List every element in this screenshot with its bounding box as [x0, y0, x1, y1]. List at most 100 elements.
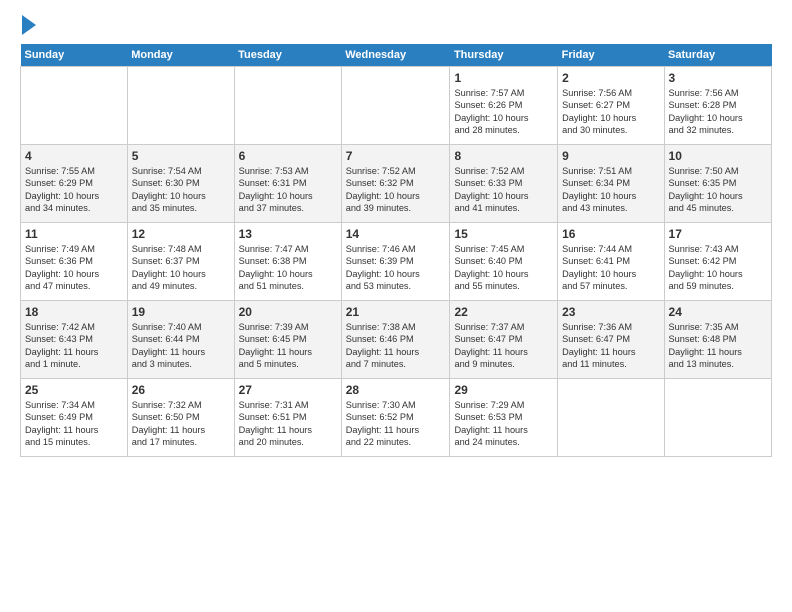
weekday-header: Wednesday: [341, 44, 450, 67]
calendar-cell: 18 Sunrise: 7:42 AM Sunset: 6:43 PM Dayli…: [21, 300, 128, 378]
calendar-cell: 28 Sunrise: 7:30 AM Sunset: 6:52 PM Dayli…: [341, 378, 450, 456]
day-number: 25: [25, 383, 123, 397]
day-info: Sunrise: 7:44 AM Sunset: 6:41 PM Dayligh…: [562, 243, 659, 293]
day-number: 16: [562, 227, 659, 241]
day-number: 18: [25, 305, 123, 319]
calendar-cell: 25 Sunrise: 7:34 AM Sunset: 6:49 PM Dayli…: [21, 378, 128, 456]
calendar-cell: 14Sunrise: 7:46 AM Sunset: 6:39 PM Dayli…: [341, 222, 450, 300]
logo-text-block: [20, 16, 36, 36]
calendar-week-row: 11Sunrise: 7:49 AM Sunset: 6:36 PM Dayli…: [21, 222, 772, 300]
day-number: 11: [25, 227, 123, 241]
day-info: Sunrise: 7:56 AM Sunset: 6:28 PM Dayligh…: [669, 87, 767, 137]
logo: [20, 16, 36, 36]
calendar-cell: 5 Sunrise: 7:54 AM Sunset: 6:30 PM Daylig…: [127, 144, 234, 222]
calendar-cell: 29 Sunrise: 7:29 AM Sunset: 6:53 PM Dayli…: [450, 378, 558, 456]
calendar-cell: 20 Sunrise: 7:39 AM Sunset: 6:45 PM Dayli…: [234, 300, 341, 378]
day-number: 20: [239, 305, 337, 319]
day-number: 21: [346, 305, 446, 319]
day-number: 23: [562, 305, 659, 319]
calendar-cell: 22 Sunrise: 7:37 AM Sunset: 6:47 PM Dayli…: [450, 300, 558, 378]
day-info: Sunrise: 7:29 AM Sunset: 6:53 PM Dayligh…: [454, 399, 553, 449]
page-container: SundayMondayTuesdayWednesdayThursdayFrid…: [0, 0, 792, 467]
day-number: 15: [454, 227, 553, 241]
day-info: Sunrise: 7:47 AM Sunset: 6:38 PM Dayligh…: [239, 243, 337, 293]
day-info: Sunrise: 7:54 AM Sunset: 6:30 PM Dayligh…: [132, 165, 230, 215]
weekday-header: Sunday: [21, 44, 128, 67]
day-number: 5: [132, 149, 230, 163]
day-number: 29: [454, 383, 553, 397]
day-number: 13: [239, 227, 337, 241]
calendar-week-row: 1Sunrise: 7:57 AM Sunset: 6:26 PM Daylig…: [21, 66, 772, 144]
day-number: 8: [454, 149, 553, 163]
weekday-header: Friday: [558, 44, 664, 67]
day-info: Sunrise: 7:31 AM Sunset: 6:51 PM Dayligh…: [239, 399, 337, 449]
calendar-cell: 27 Sunrise: 7:31 AM Sunset: 6:51 PM Dayli…: [234, 378, 341, 456]
day-info: Sunrise: 7:56 AM Sunset: 6:27 PM Dayligh…: [562, 87, 659, 137]
day-info: Sunrise: 7:52 AM Sunset: 6:32 PM Dayligh…: [346, 165, 446, 215]
day-info: Sunrise: 7:39 AM Sunset: 6:45 PM Dayligh…: [239, 321, 337, 371]
day-info: Sunrise: 7:45 AM Sunset: 6:40 PM Dayligh…: [454, 243, 553, 293]
calendar-week-row: 4Sunrise: 7:55 AM Sunset: 6:29 PM Daylig…: [21, 144, 772, 222]
calendar-table: SundayMondayTuesdayWednesdayThursdayFrid…: [20, 44, 772, 457]
calendar-cell: 24 Sunrise: 7:35 AM Sunset: 6:48 PM Dayli…: [664, 300, 771, 378]
calendar-cell: 17 Sunrise: 7:43 AM Sunset: 6:42 PM Dayli…: [664, 222, 771, 300]
calendar-cell: [127, 66, 234, 144]
day-info: Sunrise: 7:37 AM Sunset: 6:47 PM Dayligh…: [454, 321, 553, 371]
day-number: 27: [239, 383, 337, 397]
day-info: Sunrise: 7:55 AM Sunset: 6:29 PM Dayligh…: [25, 165, 123, 215]
day-number: 19: [132, 305, 230, 319]
calendar-cell: [341, 66, 450, 144]
day-number: 9: [562, 149, 659, 163]
calendar-cell: 16 Sunrise: 7:44 AM Sunset: 6:41 PM Dayli…: [558, 222, 664, 300]
day-info: Sunrise: 7:30 AM Sunset: 6:52 PM Dayligh…: [346, 399, 446, 449]
calendar-cell: 15 Sunrise: 7:45 AM Sunset: 6:40 PM Dayli…: [450, 222, 558, 300]
calendar-cell: 8 Sunrise: 7:52 AM Sunset: 6:33 PM Daylig…: [450, 144, 558, 222]
calendar-week-row: 18 Sunrise: 7:42 AM Sunset: 6:43 PM Dayli…: [21, 300, 772, 378]
day-number: 17: [669, 227, 767, 241]
day-info: Sunrise: 7:48 AM Sunset: 6:37 PM Dayligh…: [132, 243, 230, 293]
calendar-cell: 12 Sunrise: 7:48 AM Sunset: 6:37 PM Dayli…: [127, 222, 234, 300]
calendar-cell: 19 Sunrise: 7:40 AM Sunset: 6:44 PM Dayli…: [127, 300, 234, 378]
calendar-cell: 9 Sunrise: 7:51 AM Sunset: 6:34 PM Daylig…: [558, 144, 664, 222]
header: [20, 16, 772, 36]
day-number: 2: [562, 71, 659, 85]
day-info: Sunrise: 7:32 AM Sunset: 6:50 PM Dayligh…: [132, 399, 230, 449]
day-number: 12: [132, 227, 230, 241]
calendar-cell: 13 Sunrise: 7:47 AM Sunset: 6:38 PM Dayli…: [234, 222, 341, 300]
calendar-week-row: 25 Sunrise: 7:34 AM Sunset: 6:49 PM Dayli…: [21, 378, 772, 456]
day-number: 1: [454, 71, 553, 85]
calendar-cell: [558, 378, 664, 456]
day-info: Sunrise: 7:52 AM Sunset: 6:33 PM Dayligh…: [454, 165, 553, 215]
weekday-header: Tuesday: [234, 44, 341, 67]
day-info: Sunrise: 7:51 AM Sunset: 6:34 PM Dayligh…: [562, 165, 659, 215]
calendar-cell: [21, 66, 128, 144]
calendar-cell: 6Sunrise: 7:53 AM Sunset: 6:31 PM Daylig…: [234, 144, 341, 222]
calendar-cell: 21 Sunrise: 7:38 AM Sunset: 6:46 PM Dayli…: [341, 300, 450, 378]
weekday-header: Saturday: [664, 44, 771, 67]
day-info: Sunrise: 7:35 AM Sunset: 6:48 PM Dayligh…: [669, 321, 767, 371]
calendar-cell: 7 Sunrise: 7:52 AM Sunset: 6:32 PM Daylig…: [341, 144, 450, 222]
calendar-cell: 4Sunrise: 7:55 AM Sunset: 6:29 PM Daylig…: [21, 144, 128, 222]
day-number: 14: [346, 227, 446, 241]
calendar-cell: [664, 378, 771, 456]
calendar-cell: 23 Sunrise: 7:36 AM Sunset: 6:47 PM Dayli…: [558, 300, 664, 378]
day-number: 26: [132, 383, 230, 397]
day-info: Sunrise: 7:40 AM Sunset: 6:44 PM Dayligh…: [132, 321, 230, 371]
day-info: Sunrise: 7:53 AM Sunset: 6:31 PM Dayligh…: [239, 165, 337, 215]
calendar-cell: 2 Sunrise: 7:56 AM Sunset: 6:27 PM Daylig…: [558, 66, 664, 144]
day-number: 22: [454, 305, 553, 319]
calendar-cell: 11Sunrise: 7:49 AM Sunset: 6:36 PM Dayli…: [21, 222, 128, 300]
day-info: Sunrise: 7:38 AM Sunset: 6:46 PM Dayligh…: [346, 321, 446, 371]
day-info: Sunrise: 7:34 AM Sunset: 6:49 PM Dayligh…: [25, 399, 123, 449]
day-number: 28: [346, 383, 446, 397]
day-number: 7: [346, 149, 446, 163]
weekday-header-row: SundayMondayTuesdayWednesdayThursdayFrid…: [21, 44, 772, 67]
day-info: Sunrise: 7:36 AM Sunset: 6:47 PM Dayligh…: [562, 321, 659, 371]
day-info: Sunrise: 7:43 AM Sunset: 6:42 PM Dayligh…: [669, 243, 767, 293]
calendar-cell: 10Sunrise: 7:50 AM Sunset: 6:35 PM Dayli…: [664, 144, 771, 222]
calendar-cell: 1Sunrise: 7:57 AM Sunset: 6:26 PM Daylig…: [450, 66, 558, 144]
logo-arrow-icon: [22, 15, 36, 35]
day-number: 24: [669, 305, 767, 319]
day-info: Sunrise: 7:42 AM Sunset: 6:43 PM Dayligh…: [25, 321, 123, 371]
day-number: 10: [669, 149, 767, 163]
